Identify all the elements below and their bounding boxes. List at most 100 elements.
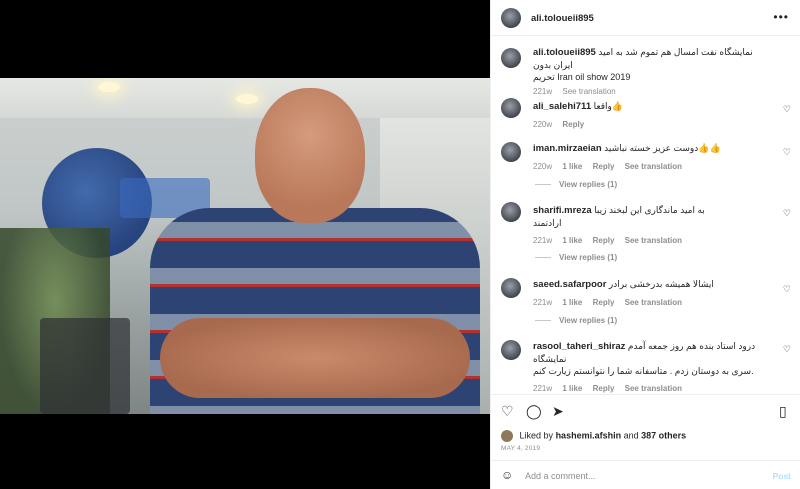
comment-meta: 221w 1 like Reply See translation xyxy=(533,297,773,309)
comment-age: 220w xyxy=(533,120,553,129)
post-media[interactable] xyxy=(0,0,490,489)
caption-meta: 221w See translation xyxy=(533,86,773,98)
caption-body: ali.toloueii895 نمایشگاه نفت امسال هم تم… xyxy=(533,46,773,98)
comment-username[interactable]: ali_salehi711 xyxy=(533,101,591,112)
comment-likes[interactable]: 1 like xyxy=(562,298,582,307)
comment-text: sharifi.mreza به امید ماندگاری این لبخند… xyxy=(533,204,773,229)
more-icon[interactable]: ••• xyxy=(773,10,789,24)
comment-likes[interactable]: 1 like xyxy=(562,162,582,171)
see-translation-link[interactable]: See translation xyxy=(625,162,682,171)
commenter-avatar[interactable] xyxy=(501,340,521,360)
comment-icon[interactable]: ◯ xyxy=(526,403,542,420)
comment-meta: 221w 1 like Reply See translation xyxy=(533,235,773,247)
heart-icon[interactable]: ♡ xyxy=(783,104,791,115)
person-arms xyxy=(160,318,470,398)
comment-content-line2: ارادتمند xyxy=(533,218,562,228)
comment-likes[interactable]: 1 like xyxy=(562,236,582,245)
comment-content: به امید ماندگاری این لبخند زیبا xyxy=(594,205,705,215)
comment-content: واقعا👍 xyxy=(593,101,624,111)
photo-person xyxy=(150,88,480,414)
replies-divider xyxy=(535,320,551,322)
comment-username[interactable]: saeed.safarpoor xyxy=(533,279,606,290)
reply-button[interactable]: Reply xyxy=(562,120,584,129)
heart-icon[interactable]: ♡ xyxy=(783,344,791,355)
comment-meta: 220w 1 like Reply See translation xyxy=(533,161,773,173)
caption-text: ali.toloueii895 نمایشگاه نفت امسال هم تم… xyxy=(533,46,773,83)
post-photo[interactable] xyxy=(0,78,490,414)
comment-meta: 221w 1 like Reply See translation xyxy=(533,383,773,394)
heart-icon[interactable]: ♡ xyxy=(501,403,514,420)
comment-content: دوست عزیز خسته نباشید👍👍 xyxy=(604,143,721,153)
comments-list: ali.toloueii895 نمایشگاه نفت امسال هم تم… xyxy=(491,36,800,394)
liker-avatar[interactable] xyxy=(501,430,513,442)
comment-composer: ☺ Post xyxy=(491,460,800,489)
photo-chair xyxy=(40,318,130,414)
commenter-avatar[interactable] xyxy=(501,142,521,162)
comment-text: iman.mirzaeian دوست عزیز خسته نباشید👍👍 xyxy=(533,142,773,155)
comment-body: rasool_taheri_shiraz درود استاد بنده هم … xyxy=(533,340,773,394)
comment-body: iman.mirzaeian دوست عزیز خسته نباشید👍👍 2… xyxy=(533,142,773,173)
action-bar: ♡ ◯ ➤ ▯ xyxy=(491,394,800,424)
post-header: ali.toloueii895 ••• xyxy=(491,0,800,36)
comment-content: ایشالا همیشه بدرخشی برادر xyxy=(608,279,714,289)
caption-age: 221w xyxy=(533,87,553,96)
replies-divider xyxy=(535,184,551,186)
comment-text: ali_salehi711 واقعا👍 xyxy=(533,100,773,113)
post-button[interactable]: Post xyxy=(773,471,791,481)
author-avatar[interactable] xyxy=(501,48,521,68)
comment-text: rasool_taheri_shiraz درود استاد بنده هم … xyxy=(533,340,773,377)
comment-age: 221w xyxy=(533,384,553,393)
post-sidebar: ali.toloueii895 ••• ali.toloueii895 نمای… xyxy=(490,0,800,489)
commenter-avatar[interactable] xyxy=(501,98,521,118)
share-icon[interactable]: ➤ xyxy=(552,403,564,420)
reply-button[interactable]: Reply xyxy=(593,162,615,171)
person-head xyxy=(255,88,365,223)
bookmark-icon[interactable]: ▯ xyxy=(779,403,787,420)
comment-username[interactable]: rasool_taheri_shiraz xyxy=(533,341,625,352)
post-date: MAY 4, 2019 xyxy=(501,445,541,452)
reply-button[interactable]: Reply xyxy=(593,384,615,393)
view-replies-label[interactable]: View replies (1) xyxy=(559,316,617,325)
view-replies-button[interactable]: View replies (1) xyxy=(535,253,617,262)
comment-age: 220w xyxy=(533,162,553,171)
heart-icon[interactable]: ♡ xyxy=(783,147,791,158)
photo-lamp xyxy=(98,82,120,92)
likes-summary: Liked by hashemi.afshin and 387 others xyxy=(501,430,791,442)
view-replies-label[interactable]: View replies (1) xyxy=(559,180,617,189)
see-translation-link[interactable]: See translation xyxy=(625,384,682,393)
author-username[interactable]: ali.toloueii895 xyxy=(531,13,594,24)
heart-icon[interactable]: ♡ xyxy=(783,284,791,295)
likes-others[interactable]: 387 others xyxy=(641,430,686,440)
commenter-avatar[interactable] xyxy=(501,202,521,222)
comment-input[interactable] xyxy=(525,468,755,484)
author-avatar[interactable] xyxy=(501,8,521,28)
see-translation-link[interactable]: See translation xyxy=(562,87,615,96)
caption-username[interactable]: ali.toloueii895 xyxy=(533,47,596,58)
comment-age: 221w xyxy=(533,298,553,307)
reply-button[interactable]: Reply xyxy=(593,236,615,245)
comment-meta: 220w Reply xyxy=(533,119,773,131)
comment-age: 221w xyxy=(533,236,553,245)
likes-middle: and xyxy=(623,430,639,441)
comment-content-line2: سری به دوستان زدم . متاسفانه شما را نتوا… xyxy=(533,366,754,376)
liker-username[interactable]: hashemi.afshin xyxy=(556,430,622,440)
comment-username[interactable]: iman.mirzaeian xyxy=(533,143,602,154)
emoji-icon[interactable]: ☺ xyxy=(501,468,513,482)
comment-likes[interactable]: 1 like xyxy=(562,384,582,393)
view-replies-button[interactable]: View replies (1) xyxy=(535,180,617,189)
comment-body: sharifi.mreza به امید ماندگاری این لبخند… xyxy=(533,204,773,247)
replies-divider xyxy=(535,257,551,259)
reply-button[interactable]: Reply xyxy=(593,298,615,307)
heart-icon[interactable]: ♡ xyxy=(783,208,791,219)
comment-username[interactable]: sharifi.mreza xyxy=(533,205,592,216)
see-translation-link[interactable]: See translation xyxy=(625,236,682,245)
commenter-avatar[interactable] xyxy=(501,278,521,298)
comment-body: saeed.safarpoor ایشالا همیشه بدرخشی براد… xyxy=(533,278,773,309)
see-translation-link[interactable]: See translation xyxy=(625,298,682,307)
view-replies-label[interactable]: View replies (1) xyxy=(559,253,617,262)
comment-text: saeed.safarpoor ایشالا همیشه بدرخشی براد… xyxy=(533,278,773,291)
comment-body: ali_salehi711 واقعا👍 220w Reply xyxy=(533,100,773,131)
view-replies-button[interactable]: View replies (1) xyxy=(535,316,617,325)
likes-prefix: Liked by xyxy=(519,430,554,441)
caption-line2: تحریم Iran oil show 2019 xyxy=(533,72,631,82)
